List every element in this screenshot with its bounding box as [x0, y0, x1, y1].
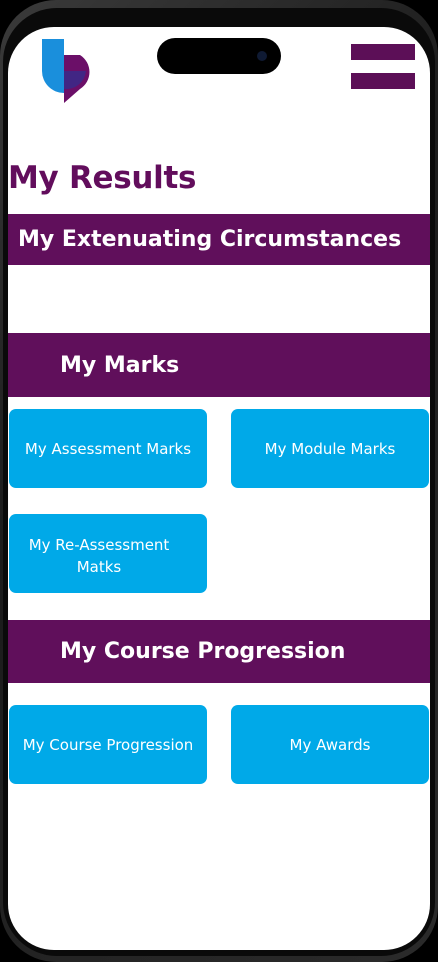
course-progression-label: My Course Progression: [22, 735, 194, 754]
section-extenuating-label: My Extenuating Circumstances: [18, 227, 402, 252]
section-progression-label: My Course Progression: [60, 639, 346, 664]
hamburger-menu-icon[interactable]: [351, 44, 415, 92]
university-logo-icon[interactable]: [40, 37, 100, 107]
section-my-marks: My Marks: [8, 333, 430, 397]
section-extenuating-circumstances[interactable]: My Extenuating Circumstances: [8, 214, 430, 265]
module-marks-label: My Module Marks: [264, 439, 396, 458]
course-progression-button[interactable]: My Course Progression: [9, 705, 207, 784]
awards-label: My Awards: [289, 735, 371, 754]
assessment-marks-label: My Assessment Marks: [24, 439, 192, 458]
menu-bar-bottom: [351, 73, 415, 89]
section-marks-label: My Marks: [60, 352, 180, 378]
assessment-marks-button[interactable]: My Assessment Marks: [9, 409, 207, 488]
menu-bar-top: [351, 44, 415, 60]
module-marks-button[interactable]: My Module Marks: [231, 409, 429, 488]
awards-button[interactable]: My Awards: [231, 705, 429, 784]
section-course-progression: My Course Progression: [8, 620, 430, 683]
camera-icon: [257, 51, 267, 61]
page-title: My Results: [8, 160, 197, 196]
reassessment-marks-label: My Re-Assessment Matks: [28, 536, 170, 576]
reassessment-marks-button[interactable]: My Re-Assessment Matks: [9, 514, 207, 593]
